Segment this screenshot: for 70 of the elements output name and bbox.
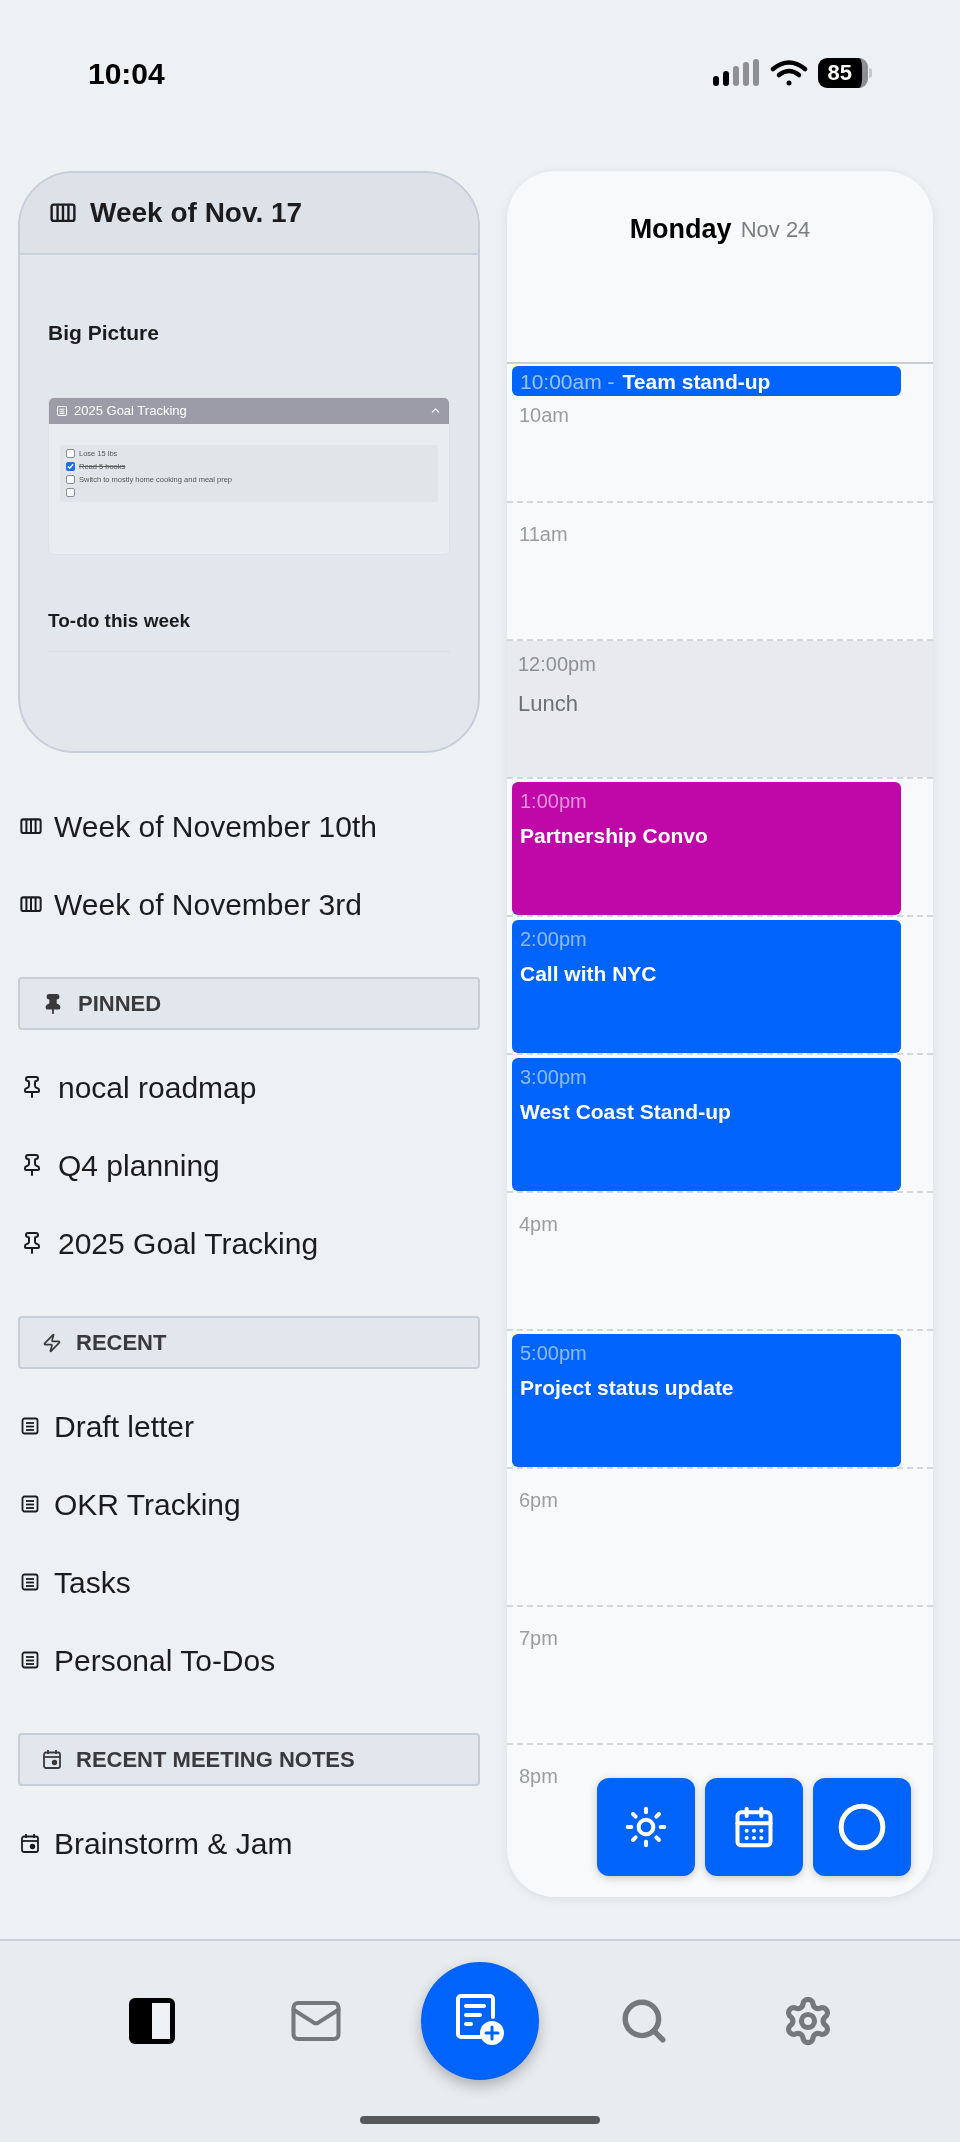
section-heading: Big Picture <box>48 320 160 346</box>
battery-indicator: 85 <box>817 58 872 88</box>
action-button[interactable] <box>705 1778 803 1876</box>
note-link[interactable]: Brainstorm & Jam <box>18 1804 480 1882</box>
note-link[interactable]: 2025 Goal Tracking <box>18 1204 480 1282</box>
event-title: Project status update <box>520 1375 735 1401</box>
note-link[interactable]: nocal roadmap <box>18 1048 480 1126</box>
note-link[interactable]: OKR Tracking <box>18 1465 480 1543</box>
document-icon <box>20 1416 40 1436</box>
note-link[interactable]: Draft letter <box>18 1387 480 1465</box>
section-heading: To-do this week <box>48 608 192 633</box>
section-header[interactable]: PINNED <box>18 977 480 1030</box>
calendar-icon <box>732 1805 776 1849</box>
week-link[interactable]: Week of November 10th <box>18 787 480 865</box>
week-link[interactable]: Week of November 3rd <box>18 865 480 943</box>
event-bar[interactable]: 10:00am - Team stand-up <box>512 366 901 396</box>
signal-icon <box>711 59 760 87</box>
task-checkbox[interactable] <box>66 449 75 458</box>
day-name: Monday <box>629 213 732 246</box>
lightning-icon <box>42 1332 62 1353</box>
task-checkbox[interactable] <box>66 475 75 484</box>
hour-label: 8pm <box>519 1764 558 1789</box>
event-time: 3:00pm <box>520 1065 588 1090</box>
event-time: 1:00pm <box>520 789 588 814</box>
clock-time: 10:04 <box>88 55 165 92</box>
event-time: 5:00pm <box>520 1341 588 1366</box>
document-icon <box>56 404 68 417</box>
note-link[interactable]: Tasks <box>18 1543 480 1621</box>
event-block[interactable]: 5:00pm Project status update <box>512 1334 901 1467</box>
event-title: Partnership Convo <box>520 823 709 849</box>
event-time: 2:00pm <box>520 927 588 952</box>
day-date: Nov 24 <box>740 216 811 244</box>
document-icon <box>20 1494 40 1514</box>
event-title: Lunch <box>518 690 579 718</box>
event-time: 12:00pm <box>518 652 597 677</box>
event-block[interactable]: 1:00pm Partnership Convo <box>512 782 901 915</box>
sidebar-tab[interactable] <box>127 1996 177 2046</box>
action-button[interactable] <box>813 1778 911 1876</box>
event-block[interactable]: 2:00pm Call with NYC <box>512 920 901 1053</box>
calendar-icon <box>42 1749 62 1770</box>
hour-label: 11am <box>519 522 568 547</box>
document-icon <box>20 1650 40 1670</box>
hour-label: 7pm <box>519 1626 558 1651</box>
columns-icon <box>20 895 42 913</box>
circle-icon <box>837 1802 887 1852</box>
columns-icon <box>20 817 42 835</box>
event-title: Team stand-up <box>622 370 771 392</box>
card-title: Week of Nov. 17 <box>90 196 303 230</box>
embed-title: 2025 Goal Tracking <box>74 401 187 420</box>
note-link[interactable]: Q4 planning <box>18 1126 480 1204</box>
document-icon <box>20 1572 40 1592</box>
event-title: Call with NYC <box>520 961 658 987</box>
columns-icon <box>50 203 76 223</box>
wifi-icon <box>769 59 808 87</box>
task-checkbox[interactable] <box>66 488 75 497</box>
event-title: West Coast Stand-up <box>520 1099 732 1125</box>
hour-label: 4pm <box>519 1212 558 1237</box>
action-button[interactable] <box>597 1778 695 1876</box>
sidebar-icon <box>127 1996 177 2046</box>
event-time: 10:00am - <box>520 370 615 392</box>
sun-icon <box>624 1805 668 1849</box>
section-header[interactable]: RECENT <box>18 1316 480 1369</box>
note-link[interactable]: Personal To-Dos <box>18 1621 480 1699</box>
hour-label: 10am <box>519 403 570 428</box>
event-block[interactable]: 3:00pm West Coast Stand-up <box>512 1058 901 1191</box>
calendar-icon <box>20 1832 40 1854</box>
event-block[interactable]: 12:00pm Lunch <box>507 641 933 777</box>
section-header[interactable]: RECENT MEETING NOTES <box>18 1733 480 1786</box>
hour-label: 6pm <box>519 1488 558 1513</box>
new-note-button[interactable] <box>421 1962 539 2080</box>
